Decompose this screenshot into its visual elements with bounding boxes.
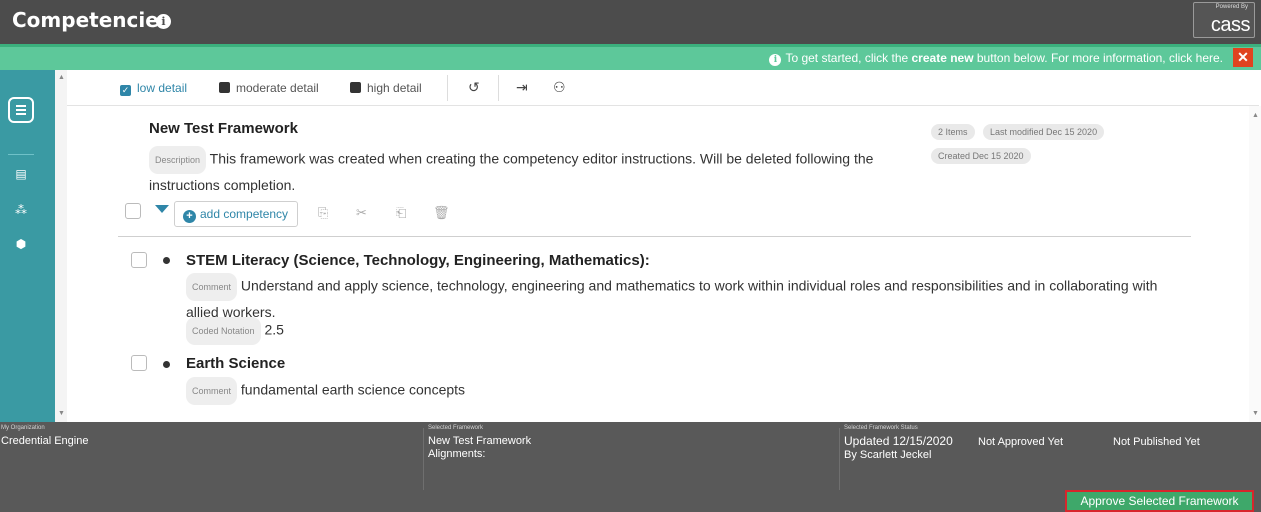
- banner-message[interactable]: i To get started, click the create new bu…: [769, 51, 1223, 66]
- competency-comment: Comment Understand and apply science, te…: [186, 273, 1176, 323]
- checkbox-unchecked-icon: [219, 82, 230, 93]
- coded-notation-tag: Coded Notation: [186, 317, 261, 345]
- right-scrollbar[interactable]: ▲ ▼: [1249, 106, 1261, 422]
- competency-title[interactable]: STEM Literacy (Science, Technology, Engi…: [186, 252, 650, 269]
- updated-by: By Scarlett Jeckel: [844, 449, 932, 461]
- created-badge: Created Dec 15 2020: [931, 148, 1031, 164]
- add-competency-label: add competency: [200, 207, 289, 221]
- logo-text: cass: [1210, 14, 1251, 36]
- competency-comment: Comment fundamental earth science concep…: [186, 377, 465, 405]
- undo-icon[interactable]: ↺: [468, 79, 480, 96]
- copy-icon[interactable]: ⎘: [318, 205, 328, 221]
- banner-text-bold: create new: [911, 51, 974, 65]
- logo-powered-by: Powered By: [1215, 4, 1248, 10]
- chevron-down-icon[interactable]: [155, 205, 169, 213]
- competency-comment-text: Understand and apply science, technology…: [186, 277, 1158, 320]
- cut-icon[interactable]: ✂: [356, 205, 367, 221]
- cass-logo: Powered By cass: [1193, 2, 1255, 38]
- info-icon[interactable]: i: [156, 14, 171, 29]
- info-circle-icon: i: [769, 54, 782, 66]
- publish-status: Not Published Yet: [1113, 436, 1200, 448]
- organization-label: My Organization: [1, 425, 45, 431]
- selected-framework-label: Selected Framework: [428, 425, 484, 431]
- delete-icon[interactable]: 🗑: [433, 205, 450, 221]
- select-all-checkbox[interactable]: [125, 203, 141, 219]
- list-separator: [118, 236, 1191, 237]
- banner-text-after: button below. For more information, clic…: [973, 51, 1223, 65]
- framework-description: Description This framework was created w…: [149, 146, 899, 196]
- app-header: Competencies i Powered By cass: [0, 0, 1261, 44]
- scroll-down-icon[interactable]: ▼: [58, 410, 65, 417]
- moderate-detail-option[interactable]: moderate detail: [219, 81, 319, 95]
- scroll-down-icon[interactable]: ▼: [1252, 410, 1259, 417]
- competency-checkbox[interactable]: [131, 355, 147, 371]
- page-title: Competencies: [12, 8, 171, 32]
- low-detail-label: low detail: [137, 81, 188, 95]
- checkbox-checked-icon: ✓: [120, 85, 131, 96]
- alignments-label: Alignments:: [428, 448, 486, 460]
- approve-framework-button[interactable]: Approve Selected Framework: [1065, 490, 1254, 512]
- coded-notation-value: 2.5: [264, 321, 284, 338]
- export-icon[interactable]: ⇥: [516, 79, 528, 96]
- scroll-up-icon[interactable]: ▲: [58, 74, 65, 81]
- framework-title: New Test Framework: [149, 120, 298, 137]
- competency-checkbox[interactable]: [131, 252, 147, 268]
- description-tag: Description: [149, 146, 207, 174]
- footer-divider: [839, 428, 840, 490]
- framework-description-text: This framework was created when creating…: [149, 150, 874, 193]
- comment-tag: Comment: [186, 377, 238, 405]
- competency-comment-text: fundamental earth science concepts: [240, 381, 466, 398]
- add-competency-button[interactable]: + add competency: [174, 201, 298, 227]
- organization-value: Credential Engine: [1, 435, 89, 447]
- bullet-icon: [163, 257, 170, 264]
- paste-icon[interactable]: ⎗: [396, 205, 406, 221]
- updated-date: Updated 12/15/2020: [844, 434, 953, 448]
- sidebar-divider: [8, 154, 34, 155]
- toolbar-divider: [498, 75, 499, 101]
- plus-icon: +: [183, 210, 196, 223]
- menu-icon[interactable]: [8, 97, 34, 123]
- approval-status: Not Approved Yet: [978, 436, 1064, 448]
- sidebar: ▤ ⁂ ⬢: [0, 70, 55, 422]
- selected-framework-value: New Test Framework: [428, 435, 532, 447]
- moderate-detail-label: moderate detail: [236, 81, 319, 95]
- left-scrollbar[interactable]: ▲ ▼: [55, 70, 67, 422]
- scroll-up-icon[interactable]: ▲: [1252, 112, 1259, 119]
- high-detail-label: high detail: [367, 81, 422, 95]
- footer-divider: [423, 428, 424, 490]
- toolbar-separator: [67, 105, 1259, 106]
- last-modified-badge: Last modified Dec 15 2020: [983, 124, 1105, 140]
- list-icon[interactable]: ▤: [14, 168, 28, 180]
- cube-icon[interactable]: ⬢: [14, 238, 28, 250]
- items-count-badge: 2 Items: [931, 124, 975, 140]
- bullet-icon: [163, 361, 170, 368]
- low-detail-option[interactable]: ✓ low detail: [120, 81, 187, 96]
- hierarchy-icon[interactable]: ⁂: [14, 204, 28, 216]
- framework-status-label: Selected Framework Status: [844, 425, 918, 431]
- close-icon[interactable]: ✕: [1233, 48, 1253, 67]
- toolbar-divider: [447, 75, 448, 101]
- banner-text-before: To get started, click the: [785, 51, 912, 65]
- competency-title[interactable]: Earth Science: [186, 355, 285, 372]
- coded-notation: Coded Notation 2.5: [186, 317, 284, 345]
- info-banner: i To get started, click the create new bu…: [0, 44, 1261, 70]
- users-icon[interactable]: ⚇: [553, 79, 566, 96]
- high-detail-option[interactable]: high detail: [350, 81, 422, 95]
- comment-tag: Comment: [186, 273, 238, 301]
- checkbox-unchecked-icon: [350, 82, 361, 93]
